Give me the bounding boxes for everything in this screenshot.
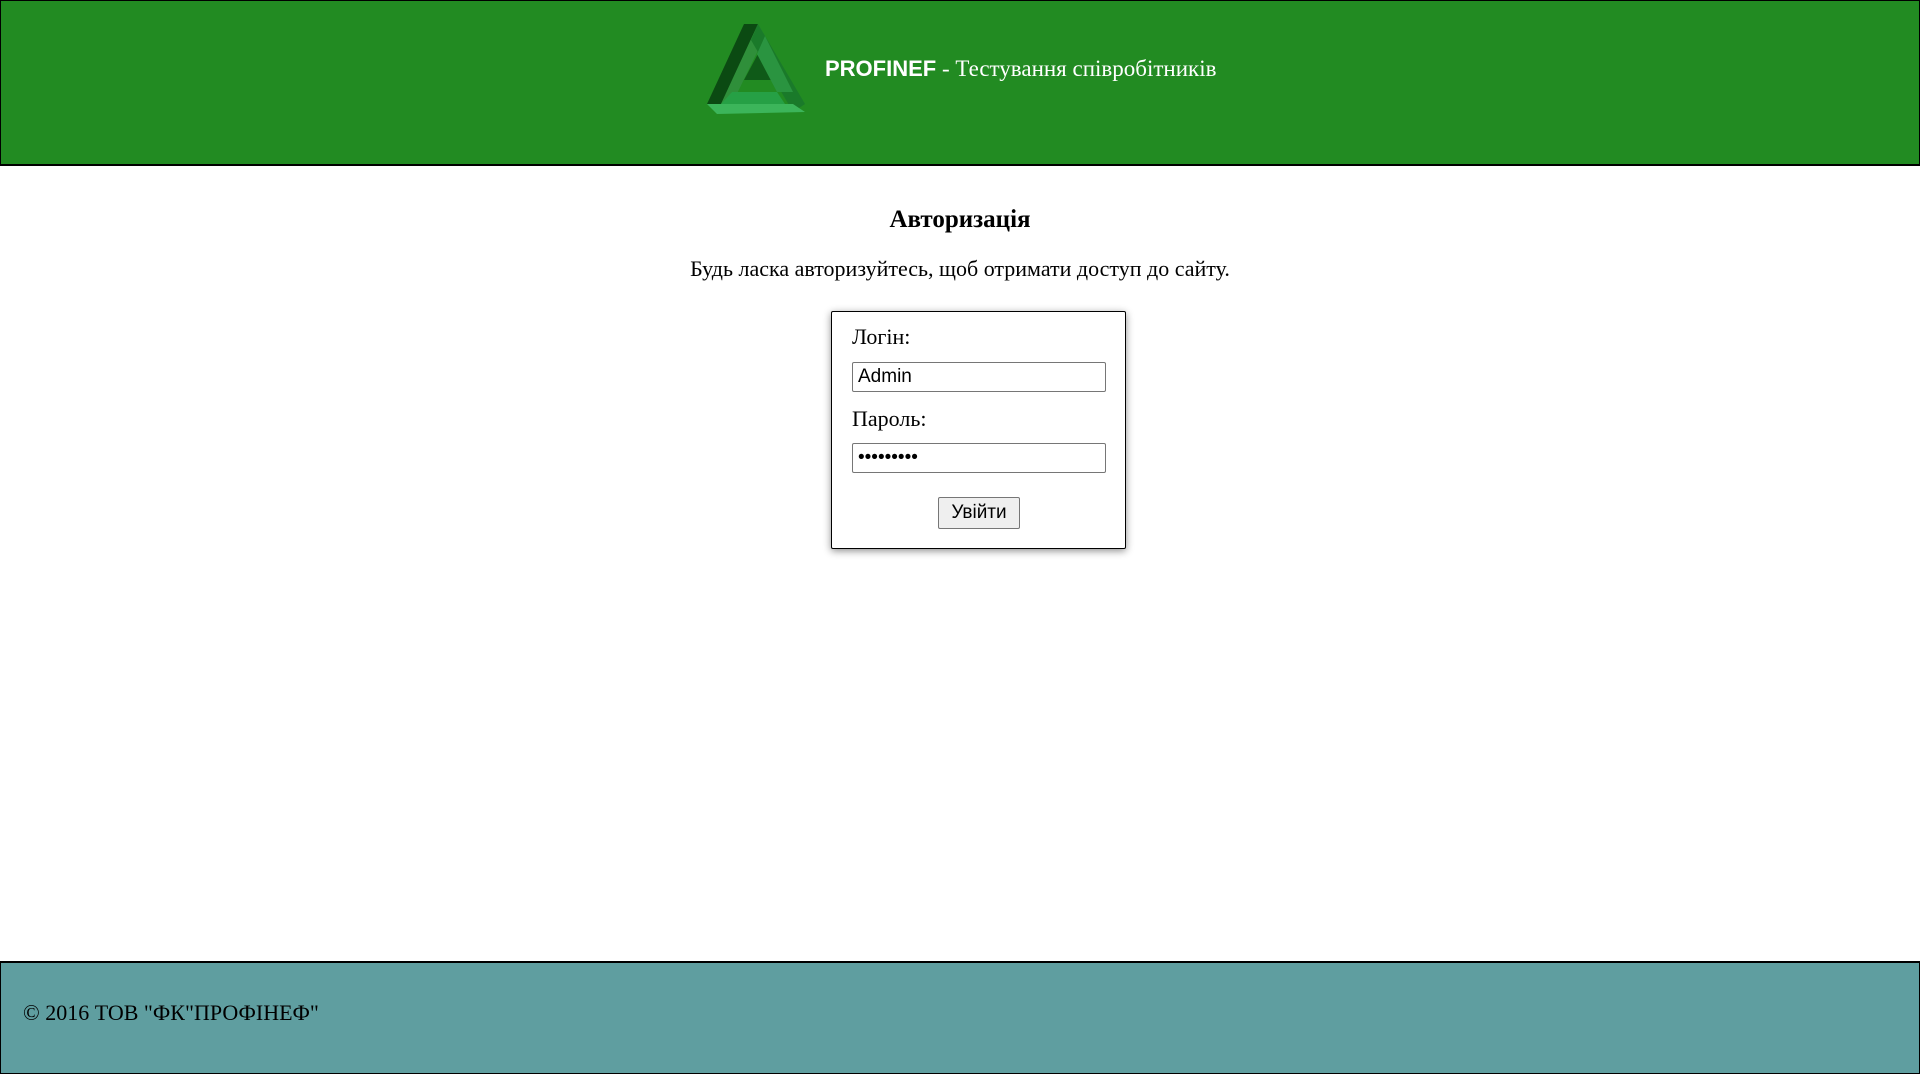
login-label: Логін: — [852, 324, 911, 349]
site-header: PROFINEF - Тестування співробітників — [0, 0, 1920, 166]
password-label: Пароль: — [852, 406, 927, 431]
penrose-triangle-logo-icon — [707, 24, 805, 114]
page-title: Авторизація — [889, 206, 1031, 233]
brand-name: PROFINEF — [825, 56, 937, 81]
password-input[interactable] — [852, 443, 1106, 473]
site-title: PROFINEF - Тестування співробітників — [825, 56, 1216, 82]
header-brand: PROFINEF - Тестування співробітників — [707, 24, 1216, 114]
login-input[interactable] — [852, 362, 1106, 392]
brand-subtitle: - Тестування співробітників — [936, 56, 1217, 81]
main-content: Авторизація Будь ласка авторизуйтесь, що… — [0, 166, 1920, 961]
login-form: Логін: Пароль: Увійти — [831, 311, 1126, 549]
page-subtitle: Будь ласка авторизуйтесь, щоб отримати д… — [690, 256, 1230, 281]
copyright-text: © 2016 ТОВ "ФК"ПРОФІНЕФ" — [23, 1000, 319, 1025]
login-button[interactable]: Увійти — [938, 497, 1020, 529]
site-footer: © 2016 ТОВ "ФК"ПРОФІНЕФ" — [0, 961, 1920, 1074]
